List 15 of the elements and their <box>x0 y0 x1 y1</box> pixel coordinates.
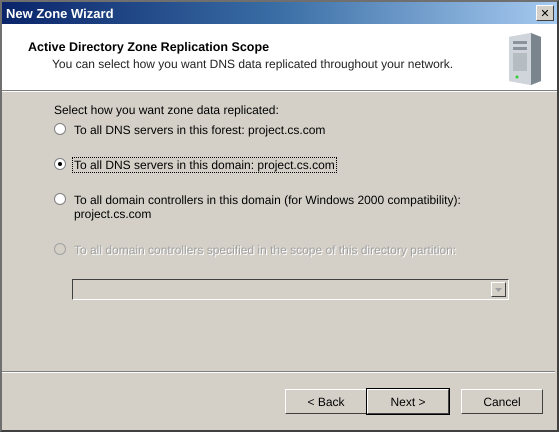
prompt-text: Select how you want zone data replicated: <box>54 103 280 117</box>
window-title: New Zone Wizard <box>6 6 114 20</box>
radio-button[interactable] <box>54 158 66 170</box>
page-subtitle: You can select how you want DNS data replicated throughout your network. <box>51 57 454 71</box>
close-button[interactable]: ✕ <box>536 5 554 21</box>
wizard-button[interactable]: Cancel <box>461 389 543 414</box>
option-label: To all DNS servers in this forest: project.cs.com <box>73 122 326 138</box>
wizard-button[interactable]: < Back <box>285 389 367 414</box>
radio-button[interactable] <box>54 193 66 205</box>
radio-button[interactable] <box>54 123 66 135</box>
page-title: Active Directory Zone Replication Scope <box>28 40 270 54</box>
option-label: To all domain controllers in this domain (for Windows 2000 compatibility): project.cs.com <box>73 192 462 222</box>
option-label: To all DNS servers in this domain: project.cs.com <box>72 157 337 173</box>
wizard-button[interactable]: Next > <box>367 389 449 414</box>
dropdown-arrow-icon <box>495 288 502 292</box>
